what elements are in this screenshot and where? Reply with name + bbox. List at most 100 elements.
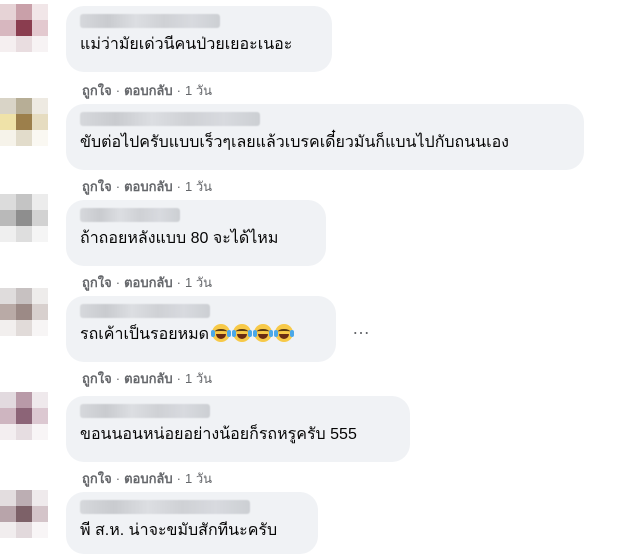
avatar-pixel — [16, 210, 32, 226]
avatar-pixel — [32, 4, 48, 20]
comment-bubble: ขอนนอนหน่อยอย่างน้อยก็รถหรูครับ 555 — [66, 396, 410, 462]
separator: · — [176, 471, 181, 486]
avatar-pixel — [0, 130, 16, 146]
avatar-pixel — [16, 288, 32, 304]
avatar-pixel — [32, 210, 48, 226]
comment: รถเค้าเป็นรอยหมด … ถูกใจ · ตอบกลับ · 1 วัน — [0, 288, 640, 388]
avatar-pixel — [16, 490, 32, 506]
avatar-pixel — [16, 522, 32, 538]
avatar-pixel — [0, 194, 16, 210]
avatar-pixel — [16, 226, 32, 242]
avatar-pixel — [16, 506, 32, 522]
comment: แม่ว่ามัยเด่วนีคนป่วยเยอะเนอะ ถูกใจ · ตอบก… — [0, 0, 640, 100]
avatar-pixel — [0, 506, 16, 522]
avatar-pixel — [32, 114, 48, 130]
blurred-author-name[interactable] — [80, 208, 180, 222]
avatar-pixel — [0, 210, 16, 226]
avatar-pixel — [0, 522, 16, 538]
avatar-pixel — [32, 130, 48, 146]
avatar-pixel — [16, 194, 32, 210]
avatar[interactable] — [0, 98, 48, 146]
comment-text: ขับต่อไปครับแบบเร็วๆเลยแล้วเบรคเดี๋ยวมัน… — [80, 134, 509, 151]
avatar[interactable] — [0, 288, 48, 336]
comment: พี ส.ห. น่าจะขมับสักทีนะครับ — [0, 486, 640, 556]
avatar[interactable] — [0, 194, 48, 242]
avatar-pixel — [32, 522, 48, 538]
separator: · — [115, 471, 121, 486]
avatar-pixel — [0, 288, 16, 304]
avatar-pixel — [32, 194, 48, 210]
comment-bubble: พี ส.ห. น่าจะขมับสักทีนะครับ — [66, 492, 318, 554]
avatar-pixel — [32, 288, 48, 304]
avatar-pixel — [0, 114, 16, 130]
avatar-pixel — [0, 408, 16, 424]
avatar-pixel — [0, 226, 16, 242]
avatar-pixel — [16, 424, 32, 440]
avatar-pixel — [0, 392, 16, 408]
comment: ถ้าถอยหลังแบบ 80 จะได้ไหม ถูกใจ · ตอบกลับ ·… — [0, 192, 640, 292]
blurred-author-name[interactable] — [80, 500, 250, 514]
timestamp[interactable]: 1 วัน — [185, 471, 212, 486]
avatar-pixel — [16, 4, 32, 20]
comment: ขอนนอนหน่อยอย่างน้อยก็รถหรูครับ 555 ถูกใ… — [0, 390, 640, 490]
avatar-pixel — [0, 304, 16, 320]
comment: ขับต่อไปครับแบบเร็วๆเลยแล้วเบรคเดี๋ยวมัน… — [0, 96, 640, 196]
avatar-pixel — [32, 320, 48, 336]
comment-text: ถ้าถอยหลังแบบ 80 จะได้ไหม — [80, 230, 279, 247]
separator: · — [176, 371, 181, 386]
comment-bubble: ขับต่อไปครับแบบเร็วๆเลยแล้วเบรคเดี๋ยวมัน… — [66, 104, 584, 170]
avatar-pixel — [0, 424, 16, 440]
comment-text: รถเค้าเป็นรอยหมด — [80, 324, 324, 346]
avatar-pixel — [16, 36, 32, 52]
avatar-pixel — [32, 20, 48, 36]
avatar-pixel — [16, 408, 32, 424]
comment-text: ขอนนอนหน่อยอย่างน้อยก็รถหรูครับ 555 — [80, 426, 357, 443]
avatar-pixel — [0, 490, 16, 506]
avatar-pixel — [0, 320, 16, 336]
avatar-pixel — [16, 130, 32, 146]
avatar[interactable] — [0, 392, 48, 440]
comment-actions: ถูกใจ · ตอบกลับ · 1 วัน — [82, 368, 212, 389]
avatar[interactable] — [0, 4, 48, 52]
avatar-pixel — [32, 424, 48, 440]
blurred-author-name[interactable] — [80, 404, 210, 418]
avatar-pixel — [32, 392, 48, 408]
like-link[interactable]: ถูกใจ — [82, 471, 112, 486]
avatar-pixel — [32, 304, 48, 320]
avatar-pixel — [0, 98, 16, 114]
like-link[interactable]: ถูกใจ — [82, 371, 112, 386]
avatar-pixel — [16, 114, 32, 130]
comment-bubble: ถ้าถอยหลังแบบ 80 จะได้ไหม — [66, 200, 326, 266]
avatar-pixel — [16, 320, 32, 336]
avatar-pixel — [32, 490, 48, 506]
avatar-pixel — [0, 36, 16, 52]
avatar-pixel — [0, 20, 16, 36]
avatar-pixel — [32, 226, 48, 242]
more-options-icon[interactable]: … — [352, 318, 371, 339]
avatar-pixel — [32, 506, 48, 522]
reply-link[interactable]: ตอบกลับ — [124, 471, 173, 486]
laughing-crying-emoji-icon — [253, 324, 274, 342]
avatar-pixel — [0, 4, 16, 20]
avatar-pixel — [16, 304, 32, 320]
blurred-author-name[interactable] — [80, 112, 260, 126]
comment-text-body: รถเค้าเป็นรอยหมด — [80, 326, 210, 343]
avatar-pixel — [32, 408, 48, 424]
avatar-pixel — [16, 392, 32, 408]
laughing-crying-emoji-icon — [211, 324, 232, 342]
laughing-crying-emoji-icon — [232, 324, 253, 342]
timestamp[interactable]: 1 วัน — [185, 371, 212, 386]
avatar-pixel — [32, 36, 48, 52]
blurred-author-name[interactable] — [80, 304, 210, 318]
comment-bubble: รถเค้าเป็นรอยหมด — [66, 296, 336, 362]
reply-link[interactable]: ตอบกลับ — [124, 371, 173, 386]
blurred-author-name[interactable] — [80, 14, 220, 28]
separator: · — [115, 371, 121, 386]
comment-text: แม่ว่ามัยเด่วนีคนป่วยเยอะเนอะ — [80, 36, 293, 53]
comment-bubble: แม่ว่ามัยเด่วนีคนป่วยเยอะเนอะ — [66, 6, 332, 72]
avatar-pixel — [16, 98, 32, 114]
avatar-pixel — [32, 98, 48, 114]
avatar[interactable] — [0, 490, 48, 538]
avatar-pixel — [16, 20, 32, 36]
laughing-crying-emoji-icon — [274, 324, 295, 342]
